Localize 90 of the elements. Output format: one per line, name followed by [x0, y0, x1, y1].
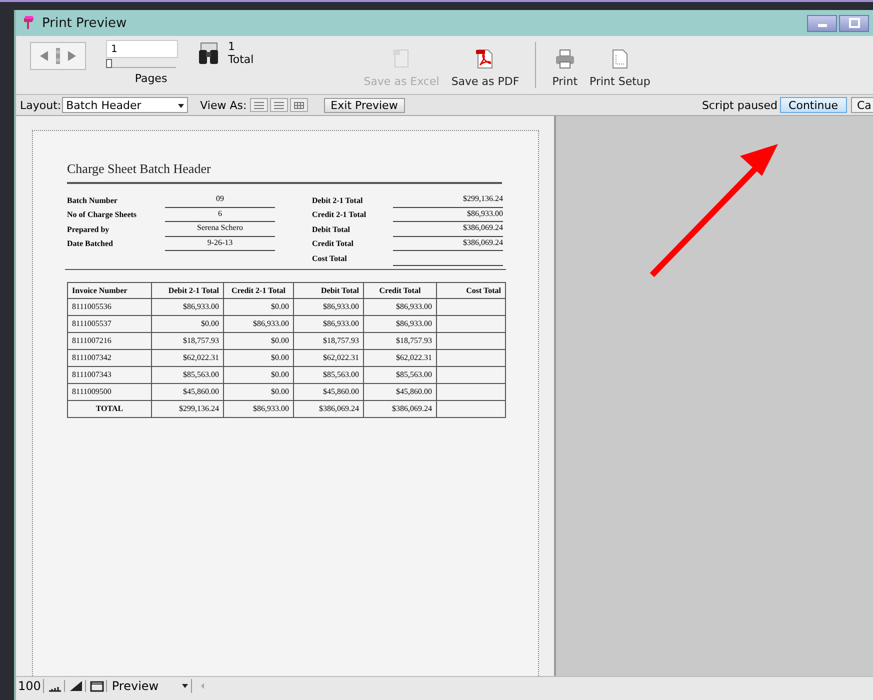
table-cell: 8111009500: [68, 383, 152, 400]
toolbar-button[interactable]: Save as PDF: [447, 36, 524, 94]
table-cell: $62,022.31: [294, 349, 364, 366]
table-cell: $18,757.93: [152, 332, 224, 349]
table-cell: $0.00: [224, 366, 294, 383]
toolbar-button[interactable]: Print: [548, 36, 582, 94]
column-header: Debit 2-1 Total: [152, 282, 224, 298]
table-cell: $86,933.00: [152, 298, 224, 315]
field-label: Credit Total: [312, 239, 354, 248]
layout-dropdown[interactable]: Batch Header: [62, 97, 188, 113]
table-view-icon[interactable]: [290, 98, 308, 112]
table-cell: $85,563.00: [294, 366, 364, 383]
layout-label: Layout:: [20, 98, 62, 112]
field-value: Serena Schero: [165, 222, 275, 236]
form-view-icon[interactable]: [250, 98, 268, 112]
table-cell: 8111007343: [68, 366, 152, 383]
continue-button[interactable]: Continue: [780, 97, 847, 113]
table-cell: $0.00: [152, 315, 224, 332]
table-cell: $45,860.00: [152, 383, 224, 400]
table-cell: $86,933.00: [364, 298, 436, 315]
list-view-icon[interactable]: [270, 98, 288, 112]
report-title: Charge Sheet Batch Header: [67, 161, 212, 177]
window-title: Print Preview: [42, 16, 127, 30]
total-count: 1: [228, 40, 236, 53]
field-value: 6: [165, 208, 275, 222]
page-field[interactable]: 1: [106, 40, 178, 58]
maximize-button[interactable]: [839, 14, 869, 32]
column-header: Invoice Number: [68, 282, 152, 298]
page-slider[interactable]: [106, 59, 176, 68]
table-cell: TOTAL: [68, 400, 152, 417]
table-cell: $85,563.00: [364, 366, 436, 383]
field-label: Credit 2-1 Total: [312, 210, 368, 220]
column-header: Credit Total: [364, 282, 436, 298]
field-label: Debit Total: [312, 224, 352, 234]
cancel-button[interactable]: Ca: [851, 97, 873, 113]
table-cell: $85,563.00: [152, 366, 224, 383]
view-as-label: View As:: [200, 98, 247, 112]
mode-dropdown[interactable]: Preview: [108, 678, 192, 692]
table-cell: $45,860.00: [294, 383, 364, 400]
table-cell: $86,933.00: [364, 315, 436, 332]
table-cell: 8111007216: [68, 332, 152, 349]
table-cell: 8111007342: [68, 349, 152, 366]
table-cell: $62,022.31: [152, 349, 224, 366]
table-cell: $0.00: [224, 332, 294, 349]
table-cell: $62,022.31: [364, 349, 436, 366]
field-value: 09: [165, 193, 275, 208]
field-label: Batch Number: [67, 196, 118, 205]
field-label: Date Batched: [67, 239, 114, 248]
field-value: $386,069.24: [393, 222, 503, 236]
spreadsheet-icon: [392, 49, 412, 69]
column-header: Cost Total: [436, 282, 506, 298]
script-status: Script paused: [702, 98, 778, 112]
table-cell: $299,136.24: [152, 400, 224, 417]
table-cell: $386,069.24: [364, 400, 436, 417]
binoculars-icon[interactable]: [198, 42, 220, 66]
table-cell: $0.00: [224, 349, 294, 366]
minimize-button[interactable]: [807, 14, 837, 32]
table-cell: $0.00: [224, 298, 294, 315]
table-cell: $0.00: [224, 383, 294, 400]
table-cell: $45,860.00: [364, 383, 436, 400]
exit-preview-button[interactable]: Exit Preview: [324, 98, 405, 112]
app-icon: [22, 15, 36, 31]
table-cell: $86,933.00: [294, 298, 364, 315]
window-icon[interactable]: [88, 680, 107, 692]
field-value: $86,933.00: [393, 208, 503, 222]
field-label: No of Charge Sheets: [67, 210, 138, 220]
table-cell: 8111005537: [68, 315, 152, 332]
toolbar-button[interactable]: Print Setup: [586, 36, 654, 94]
pages-label: Pages: [134, 72, 168, 85]
table-cell: $86,933.00: [224, 400, 294, 417]
table-cell: $18,757.93: [294, 332, 364, 349]
page-icon: [610, 49, 630, 69]
total-label: Total: [228, 53, 254, 66]
table-cell: 8111005536: [68, 298, 152, 315]
pdf-icon: [475, 49, 496, 69]
table-cell: $86,933.00: [224, 315, 294, 332]
table-cell: $18,757.93: [364, 332, 436, 349]
column-header: Debit Total: [294, 282, 364, 298]
table-cell: $386,069.24: [294, 400, 364, 417]
field-value: $386,069.24: [393, 236, 503, 251]
table-cell: $86,933.00: [294, 315, 364, 332]
page-navigator[interactable]: [30, 42, 86, 70]
column-header: Credit 2-1 Total: [224, 282, 294, 298]
field-label: Debit 2-1 Total: [312, 196, 364, 205]
field-label: Cost Total: [312, 254, 348, 263]
field-label: Prepared by: [67, 224, 110, 234]
printer-icon: [554, 49, 575, 69]
field-value: $299,136.24: [393, 193, 503, 208]
field-value: 9-26-13: [165, 236, 275, 251]
zoom-level[interactable]: 100: [18, 678, 44, 692]
